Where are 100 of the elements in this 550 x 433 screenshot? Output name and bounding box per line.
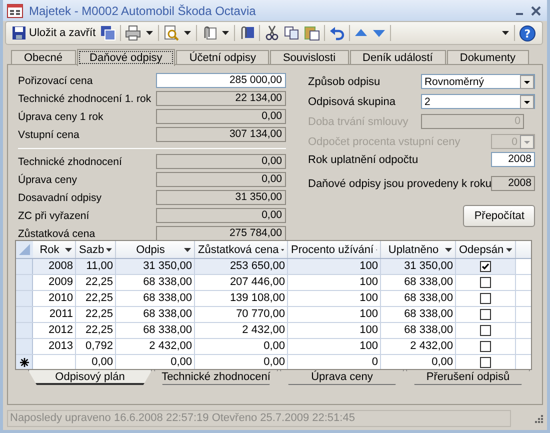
table-cell: 253 650,00: [195, 259, 288, 274]
dropdown-field[interactable]: Rovnoměrný: [421, 74, 536, 89]
checkbox[interactable]: [480, 357, 491, 368]
sheet-tab[interactable]: Úprava ceny: [280, 370, 404, 385]
table-cell: 22,25: [76, 307, 116, 322]
column-header[interactable]: Odpis: [116, 241, 195, 258]
table-cell: 2 432,00: [116, 339, 195, 354]
sheet-tab[interactable]: Přerušení odpisů: [406, 370, 530, 385]
tab[interactable]: Účetní odpisy: [176, 50, 269, 65]
window-title: Majetek - M0002 Automobil Škoda Octavia: [29, 4, 256, 18]
table-cell: 68 338,00: [381, 275, 456, 290]
paste-icon[interactable]: [304, 25, 320, 41]
filter-arrow-icon[interactable]: [445, 248, 452, 252]
table-cell: 2010: [33, 291, 76, 306]
readonly-field: 31 350,00: [156, 190, 286, 205]
filter-arrow-icon[interactable]: [184, 248, 191, 252]
column-header[interactable]: Rok: [33, 241, 76, 258]
save-copy-icon[interactable]: [100, 25, 116, 41]
column-header[interactable]: Zůstatková cena: [195, 241, 288, 258]
readonly-field: 0,00: [156, 208, 286, 223]
status-bar: Naposledy upraveno 16.6.2008 22:57:19 Otevřeno 25.7.2009 22:51:45: [7, 410, 511, 427]
column-header[interactable]: Uplatněno: [381, 241, 456, 258]
column-header[interactable]: Odepsán: [456, 241, 516, 258]
dropdown-arrow-icon[interactable]: [146, 31, 153, 35]
table-cell: 139 108,00: [195, 291, 288, 306]
readonly-field: 22 134,00: [156, 91, 286, 106]
checkbox[interactable]: [480, 341, 491, 352]
table-cell: 68 338,00: [116, 275, 195, 290]
field-label: Úprava ceny: [18, 174, 78, 186]
field-label: Vstupní cena: [18, 128, 80, 140]
attachment-save-icon[interactable]: [238, 25, 255, 41]
help-icon[interactable]: ?: [519, 24, 536, 42]
table-cell: 22,25: [76, 291, 116, 306]
table-cell: 11,00: [76, 259, 116, 274]
filter-arrow-icon[interactable]: [65, 248, 72, 252]
field-label: Dosavadní odpisy: [18, 192, 102, 204]
resize-grip-icon[interactable]: [535, 414, 543, 422]
readonly-field: 0,00: [156, 154, 286, 169]
table-cell: 2011: [33, 307, 76, 322]
table-cell: 2 432,00: [381, 339, 456, 354]
dropdown-arrow-icon[interactable]: [184, 31, 191, 35]
field-label: Pořizovací cena: [18, 74, 94, 86]
close-icon[interactable]: [531, 6, 541, 16]
tab[interactable]: Dokumenty: [446, 50, 529, 65]
table-cell: 100: [288, 275, 381, 290]
dropdown-field[interactable]: 2: [421, 94, 536, 109]
column-header[interactable]: Sazb: [76, 241, 116, 258]
table-cell: 22,25: [76, 275, 116, 290]
input-field[interactable]: 285 000,00: [156, 73, 286, 88]
readonly-field: 275 784,00: [156, 226, 286, 241]
save-close-button[interactable]: Uložit a zavřít: [12, 26, 96, 40]
readonly-field: 0,00: [156, 109, 286, 124]
field-label: Daňové odpisy jsou provedeny k roku: [308, 178, 492, 190]
dropdown-arrow-icon[interactable]: [502, 31, 509, 35]
table-cell: 68 338,00: [381, 323, 456, 338]
table-cell: 2008: [33, 259, 76, 274]
table-cell: 2 432,00: [195, 323, 288, 338]
table-cell: 68 338,00: [116, 291, 195, 306]
cut-icon[interactable]: [264, 25, 280, 41]
filter-arrow-icon[interactable]: [106, 248, 112, 252]
checkbox[interactable]: [480, 309, 491, 320]
column-header[interactable]: Procento užívání: [288, 241, 381, 258]
checkbox[interactable]: [480, 325, 491, 336]
dropdown-arrow-icon[interactable]: [222, 31, 229, 35]
print-icon[interactable]: [124, 25, 141, 41]
field-label: Způsob odpisu: [308, 76, 382, 88]
field-label: Rok uplatnění odpočtu: [308, 154, 420, 166]
sheet-tab[interactable]: Technické zhodnocení: [154, 370, 278, 385]
undo-icon[interactable]: [328, 25, 345, 41]
tab[interactable]: Souvislosti: [270, 50, 349, 65]
field-label: Zůstatková cena: [18, 228, 96, 240]
readonly-field: 0,00: [156, 172, 286, 187]
table-cell: 68 338,00: [116, 307, 195, 322]
tab[interactable]: Obecné: [11, 50, 76, 65]
table-cell: 100: [288, 323, 381, 338]
field-label: Technické zhodnocení: [18, 156, 123, 168]
field-label: Technické zhodnocení 1. rok: [18, 92, 152, 104]
tab[interactable]: Deník událostí: [350, 50, 446, 65]
checkbox[interactable]: [480, 293, 491, 304]
save-icon: [12, 26, 26, 40]
field-label: ZC při vyřazení: [18, 210, 90, 222]
tab[interactable]: Daňové odpisy: [76, 49, 176, 66]
filter-arrow-icon[interactable]: [506, 248, 512, 252]
table-cell: 2012: [33, 323, 76, 338]
table-cell: 31 350,00: [116, 259, 195, 274]
input-field[interactable]: 2008: [491, 152, 536, 167]
copy-icon[interactable]: [284, 25, 300, 41]
checkbox[interactable]: [480, 261, 491, 272]
new-record-icon[interactable]: [16, 355, 33, 369]
checkbox[interactable]: [480, 277, 491, 288]
field-label: Úprava ceny 1 rok: [18, 110, 104, 122]
table-cell: 70 770,00: [195, 307, 288, 322]
recalculate-button[interactable]: Přepočítat: [463, 205, 536, 227]
sheet-tab[interactable]: Odpisový plán: [28, 370, 152, 385]
filter-arrow-icon[interactable]: [280, 248, 284, 252]
print-preview-icon[interactable]: [162, 25, 179, 41]
table-cell: 0,00: [195, 339, 288, 354]
readonly-field: 307 134,00: [156, 127, 286, 142]
table-cell: 22,25: [76, 323, 116, 338]
readonly-field: 2008: [491, 176, 536, 191]
